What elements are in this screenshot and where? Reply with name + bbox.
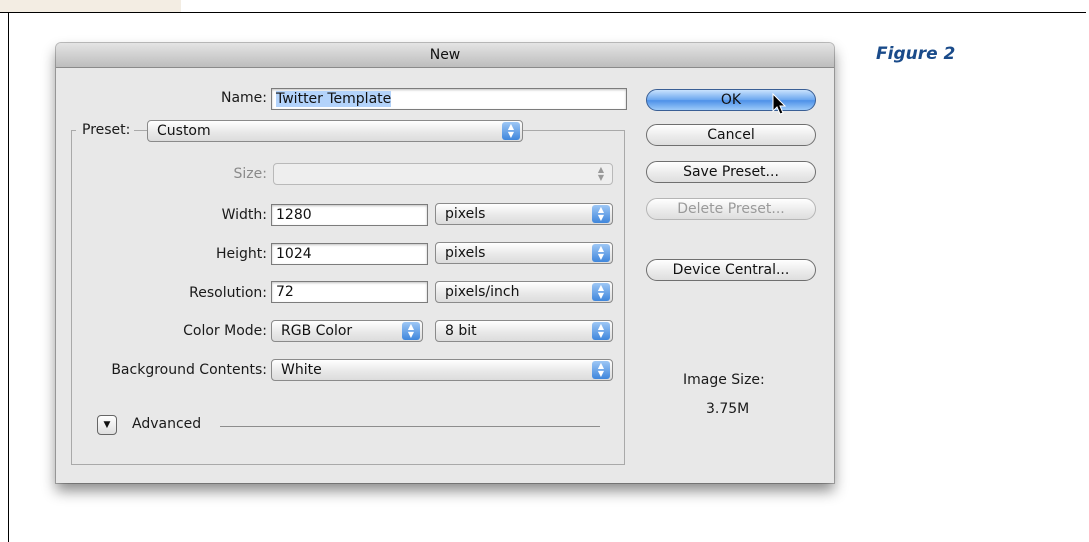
width-label: Width: [221, 207, 267, 223]
size-popup[interactable]: ▲ ▼ [273, 163, 613, 185]
corner-tab [0, 0, 181, 12]
background-contents-label: Background Contents: [111, 362, 267, 378]
preset-popup[interactable]: Custom ▲ ▼ [147, 120, 523, 142]
resolution-field[interactable]: 72 [271, 281, 428, 303]
triangle-down-icon: ▼ [103, 420, 111, 430]
device-central-button[interactable]: Device Central... [646, 259, 816, 281]
resolution-label: Resolution: [189, 285, 267, 301]
mouse-pointer-icon [772, 93, 787, 115]
ok-button[interactable]: OK [646, 89, 816, 111]
bit-depth-arrows-icon: ▲ ▼ [592, 322, 610, 340]
name-field[interactable]: Twitter Template [271, 88, 627, 110]
save-preset-button[interactable]: Save Preset... [646, 161, 816, 183]
delete-preset-button[interactable]: Delete Preset... [646, 198, 816, 220]
resolution-unit-arrows-icon: ▲ ▼ [592, 283, 610, 301]
background-contents-value: White [281, 362, 322, 378]
background-contents-popup[interactable]: White ▲ ▼ [271, 359, 613, 381]
color-mode-popup[interactable]: RGB Color ▲ ▼ [271, 320, 423, 342]
bit-depth-value: 8 bit [445, 323, 477, 339]
name-value: Twitter Template [276, 91, 392, 107]
height-unit-popup[interactable]: pixels ▲ ▼ [435, 242, 613, 264]
advanced-label: Advanced [132, 416, 202, 432]
resolution-unit-value: pixels/inch [445, 284, 520, 300]
dialog-title: New [56, 43, 834, 68]
background-contents-arrows-icon: ▲ ▼ [592, 361, 610, 379]
color-mode-value: RGB Color [281, 323, 353, 339]
width-unit-popup[interactable]: pixels ▲ ▼ [435, 203, 613, 225]
figure-label: Figure 2 [876, 44, 956, 64]
preset-arrows-icon: ▲ ▼ [502, 122, 520, 140]
width-unit-value: pixels [445, 206, 486, 222]
color-mode-arrows-icon: ▲ ▼ [402, 322, 420, 340]
image-size-label: Image Size: [683, 372, 765, 388]
resolution-unit-popup[interactable]: pixels/inch ▲ ▼ [435, 281, 613, 303]
preset-value: Custom [157, 123, 211, 139]
width-unit-arrows-icon: ▲ ▼ [592, 205, 610, 223]
bit-depth-popup[interactable]: 8 bit ▲ ▼ [435, 320, 613, 342]
size-arrows-icon: ▲ ▼ [597, 165, 605, 182]
height-unit-value: pixels [445, 245, 486, 261]
cancel-button[interactable]: Cancel [646, 124, 816, 146]
height-unit-arrows-icon: ▲ ▼ [592, 244, 610, 262]
width-field[interactable]: 1280 [271, 204, 428, 226]
preset-label: Preset: [76, 122, 135, 138]
size-label: Size: [233, 166, 267, 182]
advanced-disclosure-button[interactable]: ▼ [97, 415, 117, 435]
color-mode-label: Color Mode: [183, 323, 267, 339]
height-field[interactable]: 1024 [271, 243, 428, 265]
advanced-divider [220, 426, 600, 427]
name-label: Name: [220, 90, 267, 106]
image-size-value: 3.75M [706, 401, 750, 417]
height-label: Height: [216, 246, 267, 262]
new-document-dialog: New Name: Twitter Template Preset: Custo… [56, 43, 834, 483]
